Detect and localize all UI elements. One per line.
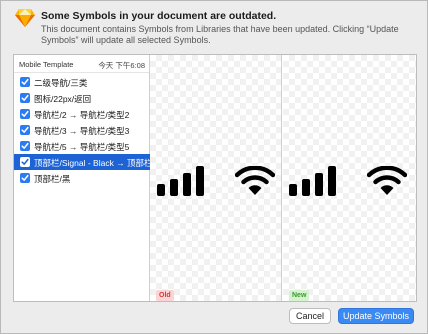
library-timestamp: 今天 下午6:08 <box>98 61 145 70</box>
item-checkbox[interactable] <box>20 109 30 119</box>
item-label: 导航栏/3 → 导航栏/类型3 <box>34 126 130 136</box>
wifi-icon <box>235 166 275 195</box>
item-checkbox[interactable] <box>20 125 30 135</box>
signal-bars-icon <box>157 166 204 196</box>
list-item[interactable]: 导航栏/3 → 导航栏/类型3 <box>14 122 150 138</box>
new-symbol-preview: New <box>283 55 416 301</box>
item-label: 二级导航/三类 <box>34 78 88 88</box>
list-item-selected[interactable]: 顶部栏/Signal - Black → 顶部栏/Signal - Black <box>14 154 150 170</box>
old-symbol-preview: Old <box>150 55 282 301</box>
item-label: 图标/22px/返回 <box>34 94 92 104</box>
new-version-badge: New <box>289 290 310 301</box>
dialog-message: This document contains Symbols from Libr… <box>41 24 399 45</box>
sketch-diamond-icon <box>15 9 35 27</box>
old-version-badge: Old <box>156 290 174 301</box>
dialog-title: Some Symbols in your document are outdat… <box>41 10 277 22</box>
signal-bars-icon <box>289 166 336 196</box>
item-label: 导航栏/5 → 导航栏/类型5 <box>34 142 130 152</box>
item-label: 顶部栏/Signal - Black → 顶部栏/Signal - Black <box>34 158 150 168</box>
item-checkbox[interactable] <box>20 141 30 151</box>
item-checkbox[interactable] <box>20 93 30 103</box>
wifi-icon <box>367 166 407 195</box>
item-label: 导航栏/2 → 导航栏/类型2 <box>34 110 130 120</box>
item-label: 顶部栏/黑 <box>34 174 71 184</box>
update-symbols-button[interactable]: Update Symbols <box>338 308 414 324</box>
symbol-list: Mobile Template 今天 下午6:08 二级导航/三类 图标/22p… <box>14 55 150 301</box>
list-item[interactable]: 图标/22px/返回 <box>14 90 150 106</box>
item-checkbox[interactable] <box>20 157 30 167</box>
item-checkbox[interactable] <box>20 77 30 87</box>
list-item[interactable]: 二级导航/三类 <box>14 74 150 90</box>
dialog-header: Some Symbols in your document are outdat… <box>1 1 427 53</box>
list-item[interactable]: 顶部栏/黑 <box>14 170 150 186</box>
library-name: Mobile Template <box>19 60 74 69</box>
list-item[interactable]: 导航栏/2 → 导航栏/类型2 <box>14 106 150 122</box>
list-item[interactable]: 导航栏/5 → 导航栏/类型5 <box>14 138 150 154</box>
list-header: Mobile Template 今天 下午6:08 <box>14 55 149 73</box>
dialog-content: Mobile Template 今天 下午6:08 二级导航/三类 图标/22p… <box>13 54 417 302</box>
item-checkbox[interactable] <box>20 173 30 183</box>
update-symbols-dialog: Some Symbols in your document are outdat… <box>0 0 428 334</box>
cancel-button[interactable]: Cancel <box>289 308 331 324</box>
